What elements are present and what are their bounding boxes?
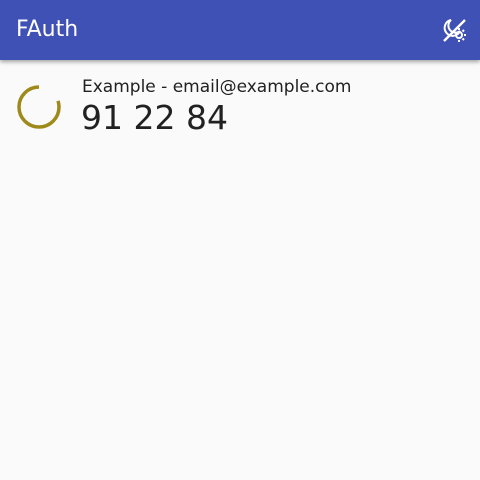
theme-toggle-icon — [443, 19, 466, 42]
app-title: FAuth — [16, 17, 79, 42]
app-root: FAuth Example - email@example.com 91 22 … — [0, 0, 480, 480]
app-bar: FAuth — [0, 0, 480, 60]
theme-toggle-button[interactable] — [438, 14, 470, 46]
account-entry[interactable]: Example - email@example.com 91 22 84 — [0, 64, 480, 148]
countdown-ring — [17, 85, 61, 129]
countdown-timer — [16, 84, 62, 130]
otp-code[interactable]: 91 22 84 — [81, 98, 228, 138]
account-label: Example - email@example.com — [82, 77, 352, 97]
